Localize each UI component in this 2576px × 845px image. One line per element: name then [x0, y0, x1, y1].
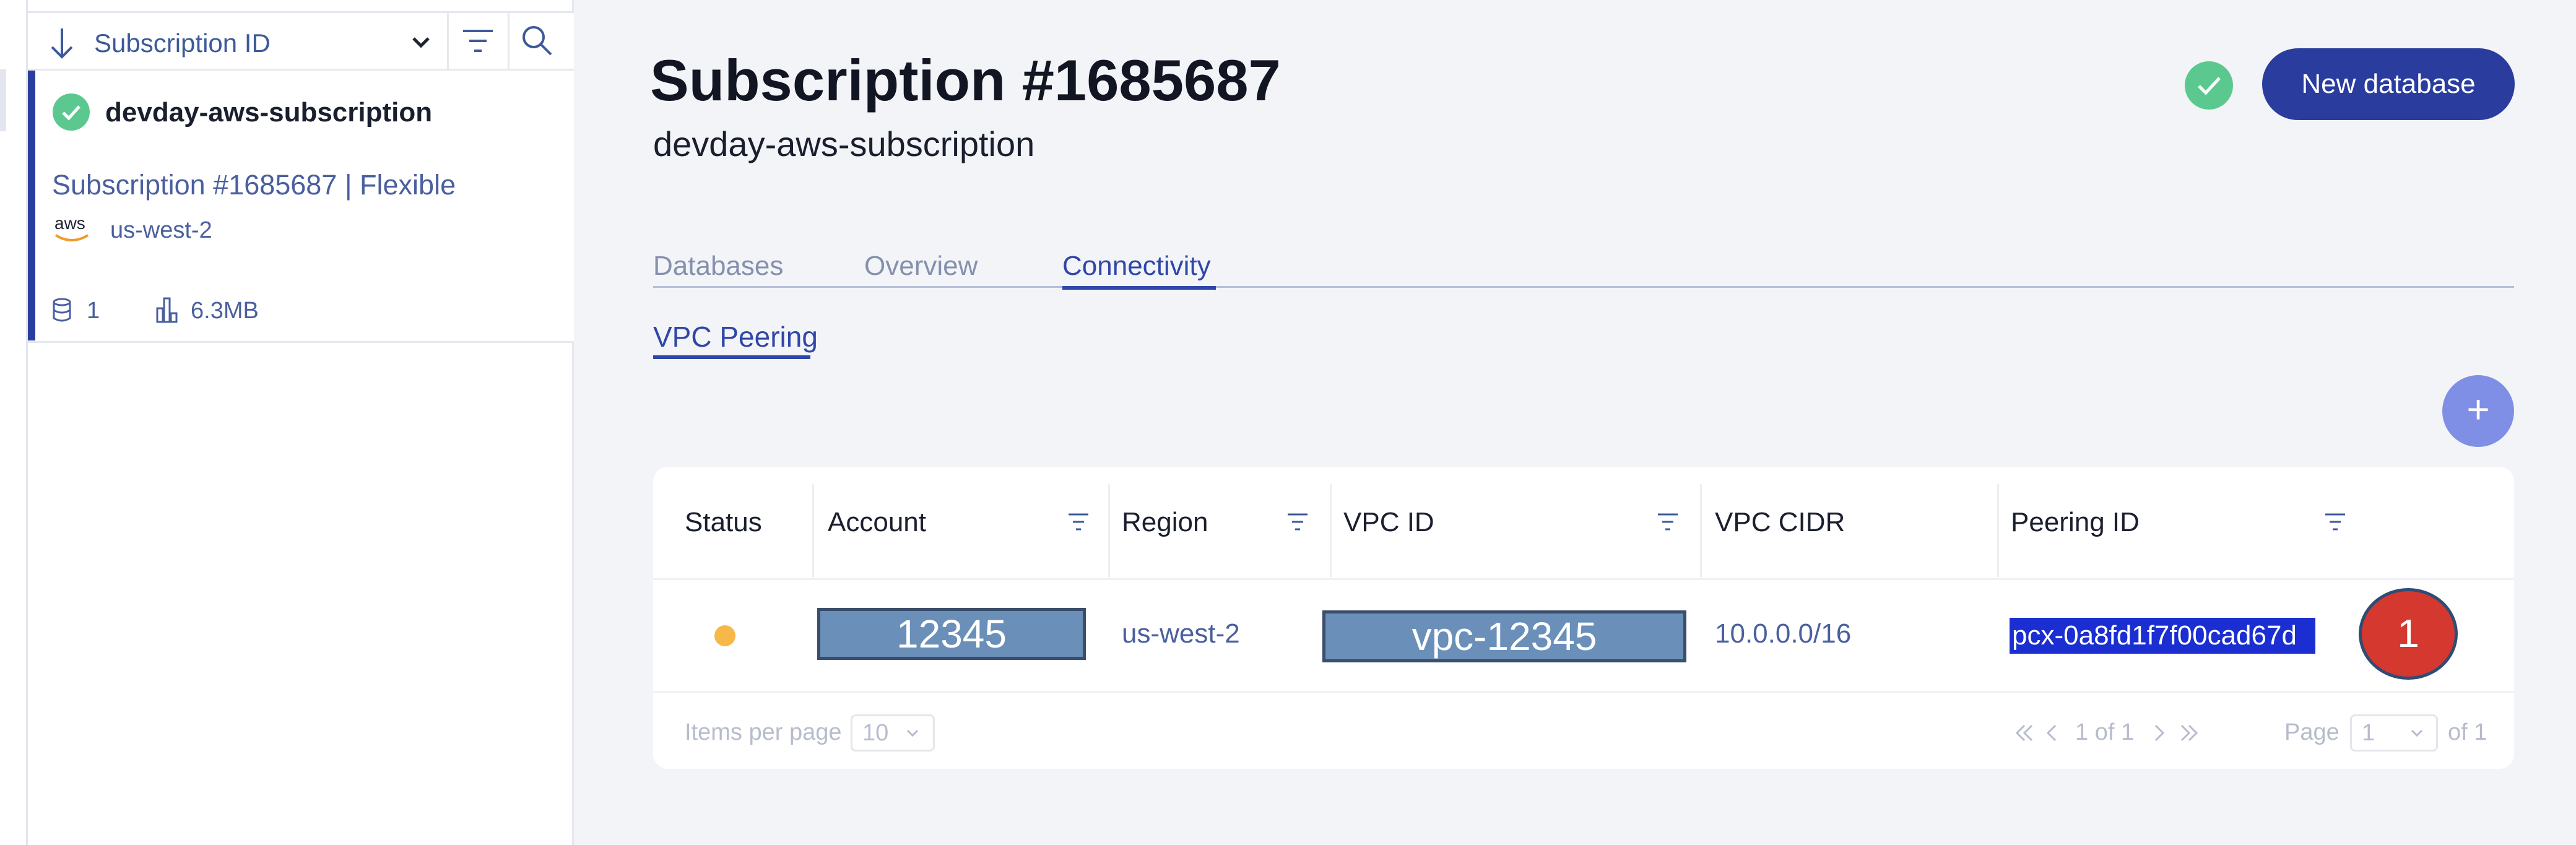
cell-vpc-cidr: 10.0.0.0/16: [1715, 618, 1852, 649]
column-header-vpc-id: VPC ID: [1343, 507, 1434, 537]
filter-icon[interactable]: [1655, 511, 1680, 532]
search-icon[interactable]: [520, 24, 553, 57]
add-peering-button[interactable]: +: [2442, 375, 2514, 447]
page-total-label: of 1: [2448, 719, 2487, 745]
row-divider: [653, 578, 2514, 580]
card-region: us-west-2: [110, 217, 212, 243]
page-label: Page: [2284, 719, 2340, 745]
database-icon: [53, 298, 71, 322]
page-subtitle: devday-aws-subscription: [653, 124, 1035, 163]
active-subtab-indicator: [653, 355, 810, 359]
header-divider: [508, 11, 510, 71]
chevron-down-icon: [2411, 729, 2423, 737]
check-circle-icon: [53, 93, 90, 131]
card-subscription-name: devday-aws-subscription: [105, 97, 433, 128]
sort-arrow-icon[interactable]: [48, 26, 76, 61]
column-header-status: Status: [685, 507, 762, 537]
chevron-down-icon: [906, 729, 919, 737]
column-header-vpc-cidr: VPC CIDR: [1715, 507, 1845, 537]
aws-logo-icon: aws: [54, 214, 89, 241]
pagination-range: 1 of 1: [2075, 719, 2135, 745]
column-divider: [812, 484, 814, 577]
rail-active-marker: [0, 69, 6, 131]
tabs-divider: [653, 286, 2514, 288]
card-active-accent: [28, 71, 35, 340]
column-header-region: Region: [1122, 507, 1208, 537]
column-divider: [1700, 484, 1702, 577]
column-header-peering-id: Peering ID: [2011, 507, 2140, 537]
cell-region: us-west-2: [1122, 618, 1240, 649]
header-divider: [447, 11, 449, 71]
column-divider: [1997, 484, 1999, 577]
memory-chart-icon: [156, 297, 178, 323]
cell-peering-id[interactable]: pcx-0a8fd1f7f00cad67d: [2010, 618, 2315, 654]
tab-databases[interactable]: Databases: [653, 248, 783, 285]
column-divider: [1108, 484, 1110, 577]
card-database-count: 1: [87, 298, 100, 324]
status-pending-dot: [714, 625, 735, 646]
status-check-icon: [2185, 61, 2233, 110]
items-per-page-select[interactable]: 10: [851, 714, 935, 752]
card-subscription-line: Subscription #1685687 | Flexible: [52, 169, 456, 201]
tab-connectivity[interactable]: Connectivity: [1062, 248, 1211, 285]
active-tab-indicator: [1062, 286, 1216, 290]
svg-text:aws: aws: [54, 214, 85, 233]
chevron-down-icon[interactable]: [409, 30, 433, 54]
page-title: Subscription #1685687: [650, 48, 1281, 113]
column-header-account: Account: [828, 507, 926, 537]
column-divider: [1330, 484, 1332, 577]
row-divider: [653, 691, 2514, 693]
sort-label[interactable]: Subscription ID: [94, 26, 271, 61]
first-page-icon[interactable]: [2013, 722, 2036, 744]
filter-icon[interactable]: [2323, 511, 2348, 532]
filter-icon[interactable]: [1066, 511, 1091, 532]
cell-vpc-id: vpc-12345: [1322, 610, 1686, 662]
subtab-vpc-peering[interactable]: VPC Peering: [653, 318, 818, 355]
filter-icon[interactable]: [1285, 511, 1310, 532]
tab-overview[interactable]: Overview: [864, 248, 978, 285]
card-memory: 6.3MB: [191, 298, 259, 324]
step-marker-badge: 1: [2359, 588, 2458, 680]
last-page-icon[interactable]: [2178, 722, 2200, 744]
new-database-button[interactable]: New database: [2262, 48, 2515, 120]
items-per-page-label: Items per page: [685, 719, 842, 745]
next-page-icon[interactable]: [2152, 722, 2167, 744]
cell-account: 12345: [817, 608, 1086, 660]
filter-icon[interactable]: [461, 27, 495, 54]
prev-page-icon[interactable]: [2044, 722, 2059, 744]
